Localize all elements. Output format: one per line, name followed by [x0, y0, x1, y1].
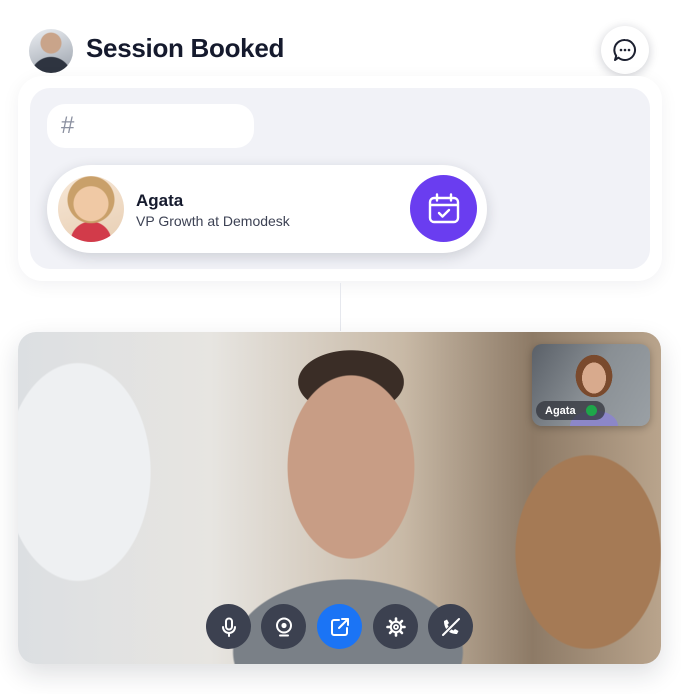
settings-icon	[385, 616, 406, 637]
camera-button[interactable]	[261, 604, 306, 649]
online-status-dot	[585, 405, 597, 416]
end-call-icon	[440, 616, 461, 637]
webcam-icon	[275, 617, 292, 636]
contact-avatar	[58, 176, 124, 242]
contact-card[interactable]: Agata VP Growth at Demodesk	[47, 165, 487, 253]
page-title: Session Booked	[86, 33, 285, 63]
channel-input[interactable]: #	[47, 104, 254, 148]
settings-button[interactable]	[373, 604, 418, 649]
microphone-button[interactable]	[206, 604, 251, 649]
connector-line	[340, 283, 341, 331]
participant-video-thumbnail[interactable]: Agata	[532, 344, 650, 426]
book-meeting-button[interactable]	[410, 175, 477, 242]
microphone-icon	[221, 617, 236, 637]
contact-name: Agata	[136, 191, 184, 210]
hash-symbol: #	[61, 112, 75, 139]
chat-button[interactable]	[601, 26, 649, 74]
contact-role: VP Growth at Demodesk	[136, 213, 290, 229]
calendar-check-icon	[428, 192, 459, 223]
participant-name: Agata	[545, 404, 576, 417]
user-avatar	[29, 29, 73, 73]
end-call-button[interactable]	[428, 604, 473, 649]
participant-label: Agata	[536, 401, 605, 420]
share-screen-icon	[330, 617, 349, 636]
chat-bubble-icon	[613, 39, 636, 61]
share-screen-button[interactable]	[317, 604, 362, 649]
